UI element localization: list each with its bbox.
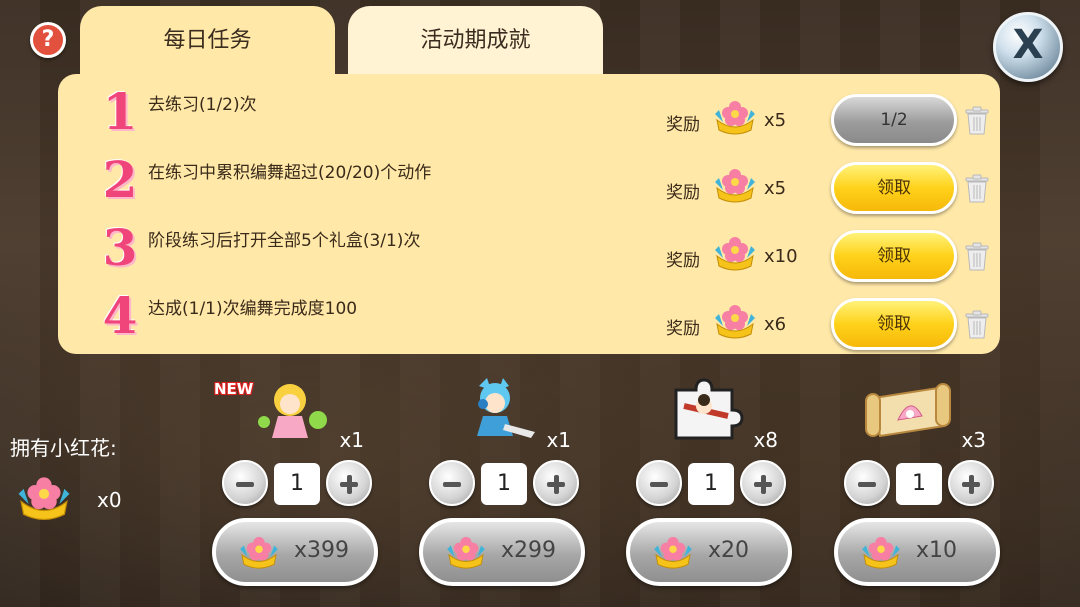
buy-button[interactable]: x20 xyxy=(626,518,792,586)
buy-button[interactable]: x299 xyxy=(419,518,585,586)
item-quantity: x3 xyxy=(961,428,986,452)
flower-reward-icon xyxy=(240,536,278,569)
shop-item: x3 1 x10 xyxy=(834,370,1016,600)
reward-label: 奖励 xyxy=(666,183,700,203)
tab-event-achievements[interactable]: 活动期成就 xyxy=(348,6,603,74)
reward-quantity: x5 xyxy=(764,110,787,131)
minus-button[interactable] xyxy=(429,460,475,506)
flower-reward-icon xyxy=(715,169,755,203)
plus-button[interactable] xyxy=(533,460,579,506)
reward-label: 奖励 xyxy=(666,115,700,135)
task-number: 1 xyxy=(102,82,138,141)
minus-button[interactable] xyxy=(844,460,890,506)
plus-button[interactable] xyxy=(326,460,372,506)
quantity-stepper[interactable]: 1 xyxy=(896,463,942,505)
trash-icon[interactable] xyxy=(964,310,990,340)
tab-daily-tasks[interactable]: 每日任务 xyxy=(80,6,335,76)
tab-label: 活动期成就 xyxy=(420,28,531,53)
buy-button[interactable]: x10 xyxy=(834,518,1000,586)
flower-reward-icon xyxy=(862,536,900,569)
tab-label: 每日任务 xyxy=(163,28,252,53)
item-price: x20 xyxy=(708,538,750,563)
quantity-stepper[interactable]: 1 xyxy=(274,463,320,505)
flower-reward-icon xyxy=(447,536,485,569)
quantity-stepper[interactable]: 1 xyxy=(688,463,734,505)
reward-label: 奖励 xyxy=(666,251,700,271)
flower-reward-icon xyxy=(715,237,755,271)
task-row: 4 达成(1/1)次编舞完成度100 奖励 x6 领取 xyxy=(58,284,1000,352)
trash-icon[interactable] xyxy=(964,174,990,204)
task-number: 3 xyxy=(102,218,138,277)
flower-reward-icon xyxy=(18,477,70,520)
owned-flowers-quantity: x0 xyxy=(97,488,122,512)
item-quantity: x1 xyxy=(339,428,364,452)
item-price: x10 xyxy=(916,538,958,563)
reward-quantity: x5 xyxy=(764,178,787,199)
task-description: 阶段练习后打开全部5个礼盒(3/1)次 xyxy=(148,231,421,251)
close-button[interactable]: X xyxy=(993,12,1063,82)
trash-icon[interactable] xyxy=(964,106,990,136)
trash-icon[interactable] xyxy=(964,242,990,272)
close-icon: X xyxy=(1012,22,1044,68)
shop-item: x1 1 x299 xyxy=(419,370,601,600)
claim-button[interactable]: 领取 xyxy=(831,162,957,214)
shop-item: NEW x1 1 x399 xyxy=(212,370,394,600)
flower-reward-icon xyxy=(654,536,692,569)
task-description: 达成(1/1)次编舞完成度100 xyxy=(148,299,358,319)
item-price: x399 xyxy=(294,538,350,563)
cat-ear-boy-item-icon[interactable] xyxy=(449,376,539,442)
quantity-stepper[interactable]: 1 xyxy=(481,463,527,505)
item-quantity: x8 xyxy=(753,428,778,452)
task-progress-button[interactable]: 1/2 xyxy=(831,94,957,146)
plus-button[interactable] xyxy=(740,460,786,506)
shop-item: x8 1 x20 xyxy=(626,370,808,600)
plus-button[interactable] xyxy=(948,460,994,506)
dancer-girl-item-icon[interactable] xyxy=(242,376,332,442)
task-description: 在练习中累积编舞超过(20/20)个动作 xyxy=(148,163,432,183)
reward-quantity: x6 xyxy=(764,314,787,335)
task-row: 1 去练习(1/2)次 奖励 x5 1/2 xyxy=(58,80,1000,148)
reward-label: 奖励 xyxy=(666,319,700,339)
minus-button[interactable] xyxy=(636,460,682,506)
puzzle-piece-item-icon[interactable] xyxy=(656,376,746,442)
owned-flowers-label: 拥有小红花: xyxy=(10,436,117,460)
task-description: 去练习(1/2)次 xyxy=(148,95,257,115)
flower-reward-icon xyxy=(715,305,755,339)
minus-button[interactable] xyxy=(222,460,268,506)
buy-button[interactable]: x399 xyxy=(212,518,378,586)
flower-reward-icon xyxy=(715,101,755,135)
item-price: x299 xyxy=(501,538,557,563)
help-button[interactable]: ? xyxy=(30,22,66,58)
task-row: 2 在练习中累积编舞超过(20/20)个动作 奖励 x5 领取 xyxy=(58,148,1000,216)
reward-quantity: x10 xyxy=(764,246,798,267)
item-quantity: x1 xyxy=(546,428,571,452)
claim-button[interactable]: 领取 xyxy=(831,298,957,350)
task-panel: 1 去练习(1/2)次 奖励 x5 1/2 2 在练习中累积编舞超过(20/20… xyxy=(58,74,1000,354)
claim-button[interactable]: 领取 xyxy=(831,230,957,282)
task-number: 4 xyxy=(102,286,138,345)
task-number: 2 xyxy=(102,150,138,209)
help-icon: ? xyxy=(41,27,55,52)
treasure-scroll-item-icon[interactable] xyxy=(864,376,954,442)
task-row: 3 阶段练习后打开全部5个礼盒(3/1)次 奖励 x10 领取 xyxy=(58,216,1000,284)
